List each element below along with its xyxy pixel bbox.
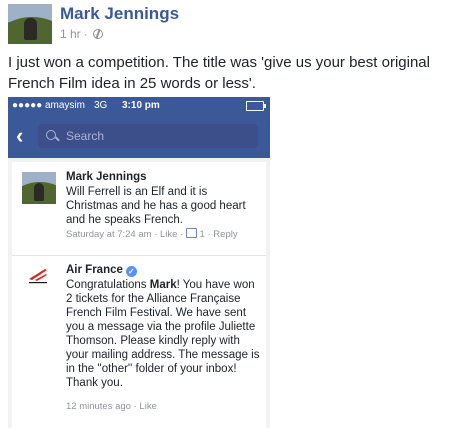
like-link[interactable]: Like — [160, 229, 177, 240]
phone-nav-bar: ‹ Search — [8, 115, 270, 158]
comment-timestamp[interactable]: Saturday at 7:24 am — [66, 229, 152, 240]
carrier-label: ●●●●● amaysim — [12, 100, 85, 111]
like-count[interactable]: 1 — [200, 229, 205, 240]
post-body: I just won a competition. The title was … — [8, 54, 430, 92]
search-placeholder: Search — [66, 129, 105, 143]
post-author-avatar[interactable] — [8, 4, 52, 44]
reply-meta: 12 minutes ago · Like — [66, 401, 157, 412]
post-timestamp[interactable]: 1 hr — [60, 27, 81, 41]
post-meta: 1 hr · — [60, 27, 103, 41]
reply-link[interactable]: Reply — [213, 229, 237, 240]
reply-text-name: Mark — [149, 279, 177, 291]
thumbs-up-icon — [185, 228, 197, 238]
air-france-logo-icon[interactable] — [26, 266, 50, 284]
reply-text-part-2: ! You have won 2 tickets for the Allianc… — [66, 279, 260, 389]
verified-check-icon: ✓ — [125, 266, 137, 277]
globe-icon[interactable] — [92, 29, 103, 39]
network-label: 3G — [94, 100, 108, 111]
back-chevron-icon[interactable]: ‹ — [16, 125, 23, 147]
avatar-person — [24, 18, 37, 40]
phone-status-bar: ●●●●● amaysim 3G 3:10 pm — [8, 97, 270, 115]
battery-icon — [246, 101, 266, 111]
search-input[interactable]: Search — [38, 124, 258, 148]
phone-screenshot: ●●●●● amaysim 3G 3:10 pm ‹ Search Mark J… — [8, 97, 270, 428]
reply-timestamp[interactable]: 12 minutes ago — [66, 401, 131, 412]
replier-name-text[interactable]: Air France — [66, 264, 123, 276]
replier-name[interactable]: Air France ✓ — [66, 264, 137, 277]
commenter-avatar[interactable] — [22, 172, 56, 204]
comment-thread: Mark Jennings Will Ferrell is an Elf and… — [12, 162, 266, 428]
reply-item: Air France ✓ Congratulations Mark! You ha… — [12, 256, 266, 428]
post-meta-separator: · — [83, 27, 88, 41]
search-icon — [46, 130, 56, 140]
reply-like-link[interactable]: Like — [139, 401, 156, 412]
commenter-name[interactable]: Mark Jennings — [66, 171, 147, 183]
comment-item: Mark Jennings Will Ferrell is an Elf and… — [12, 162, 266, 256]
avatar-person — [34, 183, 44, 201]
comment-text: Will Ferrell is an Elf and it is Christm… — [66, 186, 246, 226]
post-author-name[interactable]: Mark Jennings — [60, 4, 179, 24]
comment-meta: Saturday at 7:24 am · Like · 1 · Reply — [66, 228, 238, 240]
reply-text: Congratulations Mark! You have won 2 tic… — [66, 278, 261, 390]
reply-text-part-1: Congratulations — [66, 279, 150, 291]
clock-label: 3:10 pm — [122, 100, 160, 111]
